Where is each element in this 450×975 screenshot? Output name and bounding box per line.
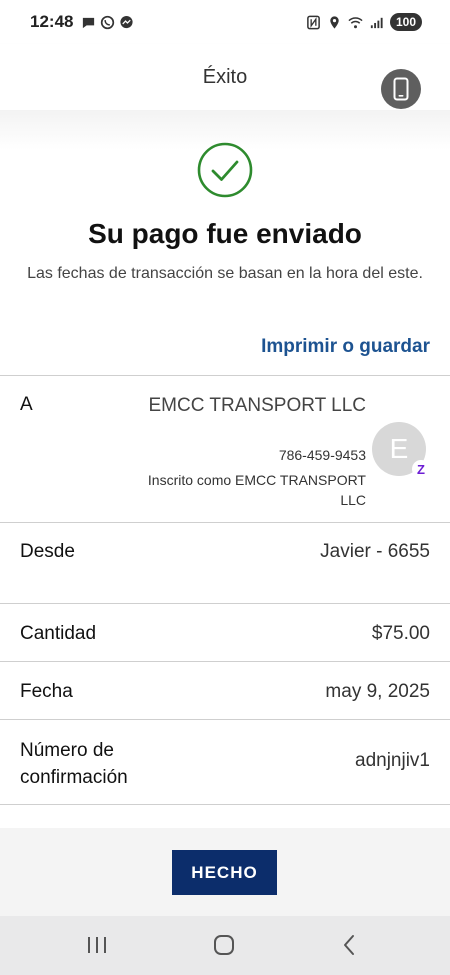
success-title: Su pago fue enviado xyxy=(88,218,362,249)
back-icon xyxy=(344,935,354,955)
from-value: Javier - 6655 xyxy=(320,541,430,562)
status-bar: 12:48 100 xyxy=(0,0,450,44)
date-row: Fecha may 9, 2025 xyxy=(0,661,450,719)
system-nav-bar xyxy=(0,916,450,975)
date-value: may 9, 2025 xyxy=(325,681,430,702)
whatsapp-icon xyxy=(101,15,115,29)
check-circle-icon xyxy=(197,142,253,198)
confirmation-row: Número de confirmación adnjnjiv1 xyxy=(0,719,450,805)
success-section: Su pago fue enviado Las fechas de transa… xyxy=(0,110,450,376)
signal-icon xyxy=(370,17,383,28)
zelle-badge-icon: Z xyxy=(412,460,430,478)
done-button[interactable]: HECHO xyxy=(172,850,277,895)
recent-apps-button[interactable] xyxy=(82,932,112,958)
phone-icon xyxy=(393,77,409,101)
messenger-icon xyxy=(120,15,134,28)
recipient-name: EMCC TRANSPORT LLC xyxy=(148,395,367,416)
location-icon xyxy=(330,15,339,29)
recipient-enrolled-name: Inscrito como EMCC TRANSPORT LLC xyxy=(147,472,366,508)
home-button[interactable] xyxy=(209,932,239,958)
app-header: Éxito xyxy=(0,44,450,110)
wifi-icon xyxy=(348,16,363,28)
status-time: 12:48 xyxy=(30,12,74,31)
device-button[interactable] xyxy=(381,69,421,109)
amount-row: Cantidad $75.00 xyxy=(0,603,450,661)
print-or-save-link[interactable]: Imprimir o guardar xyxy=(261,336,430,358)
payment-details: A EMCC TRANSPORT LLC 786-459-9453 Inscri… xyxy=(0,375,450,805)
from-label: Desde xyxy=(20,541,75,562)
recipient-label: A xyxy=(20,394,33,415)
nfc-icon xyxy=(307,15,320,29)
confirmation-value: adnjnjiv1 xyxy=(355,750,430,771)
bottom-action-bar: HECHO xyxy=(0,828,450,916)
from-row: Desde Javier - 6655 xyxy=(0,522,450,603)
recipient-phone: 786-459-9453 xyxy=(278,447,366,463)
chat-icon xyxy=(83,17,95,28)
back-button[interactable] xyxy=(334,932,364,958)
amount-value: $75.00 xyxy=(371,623,430,644)
timezone-note: Las fechas de transacción se basan en la… xyxy=(27,265,423,282)
page-title: Éxito xyxy=(202,65,248,88)
recipient-row: A EMCC TRANSPORT LLC 786-459-9453 Inscri… xyxy=(0,375,450,522)
confirmation-label: Número de confirmación xyxy=(20,740,128,788)
home-icon xyxy=(214,935,234,955)
battery-indicator: 100 xyxy=(389,13,422,31)
amount-label: Cantidad xyxy=(20,623,97,644)
recent-apps-icon xyxy=(88,937,106,953)
date-label: Fecha xyxy=(20,681,73,702)
